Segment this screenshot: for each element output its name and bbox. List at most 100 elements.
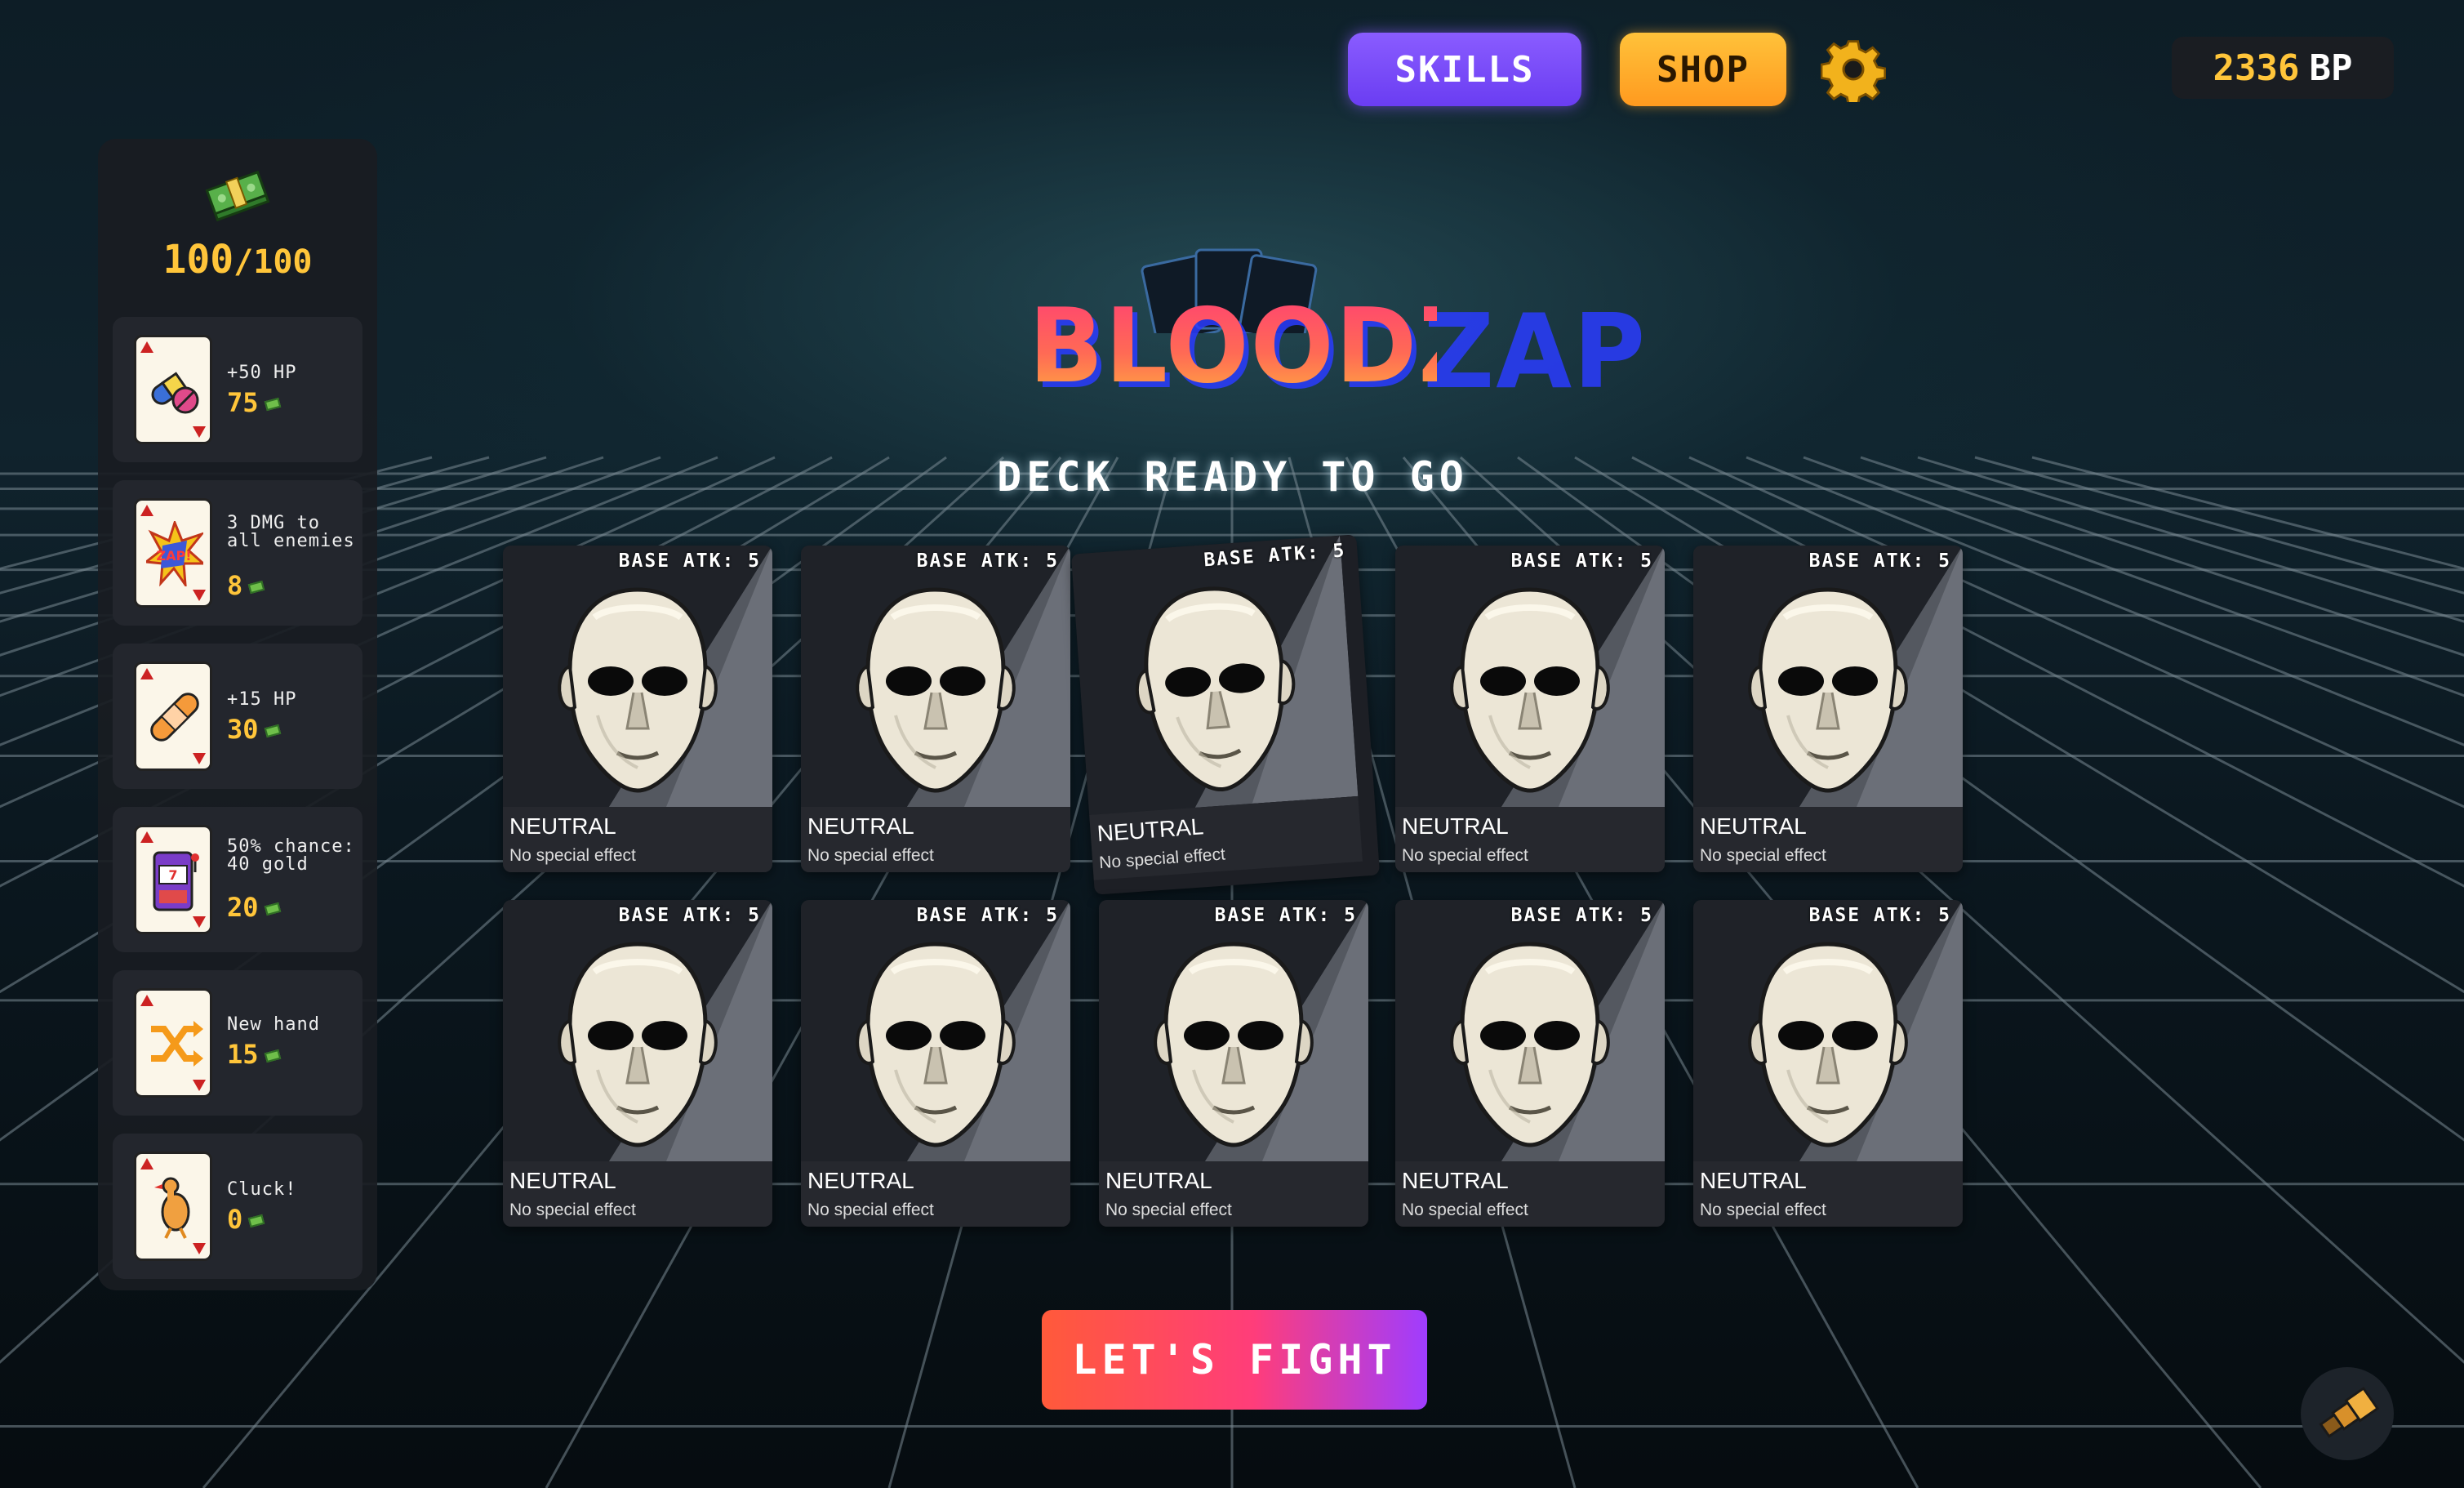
deck-card-2[interactable]: BASE ATK: 5 NEUTRAL No special effect	[801, 546, 1070, 872]
item-card	[134, 1152, 212, 1261]
item-price: 20	[227, 892, 281, 923]
bandage-icon	[150, 693, 199, 742]
bp-unit: BP	[2309, 47, 2353, 89]
deck-card-6[interactable]: BASE ATK: 5 NEUTRAL No special effect	[503, 900, 772, 1227]
deck-card-4[interactable]: BASE ATK: 5 NEUTRAL No special effect	[1395, 546, 1665, 872]
grid-line-vertical	[2031, 456, 2464, 570]
lets-fight-button[interactable]: LET'S FIGHT	[1042, 1310, 1427, 1410]
item-description: +15 HP	[227, 689, 297, 710]
base-atk-label: BASE ATK: 5	[1510, 550, 1653, 572]
gold-separator: /	[234, 243, 254, 281]
card-effect: No special effect	[1700, 846, 1826, 865]
svg-text:7: 7	[168, 867, 177, 883]
card-type: NEUTRAL	[1402, 813, 1509, 839]
neutral-mask-icon	[558, 587, 718, 793]
grid-line-vertical	[1917, 456, 2464, 623]
card-footer: NEUTRAL No special effect	[1395, 1161, 1665, 1227]
card-effect: No special effect	[807, 846, 934, 865]
deck-card-1[interactable]: BASE ATK: 5 NEUTRAL No special effect	[503, 546, 772, 872]
deck-title: DECK READY TO GO	[997, 453, 1469, 501]
neutral-mask-icon	[856, 587, 1016, 793]
item-card: 7	[134, 825, 212, 934]
card-type: NEUTRAL	[807, 1168, 914, 1193]
item-description: 3 DMG to all enemies	[227, 513, 355, 551]
grid-line-vertical	[1974, 456, 2464, 595]
card-type: NEUTRAL	[1105, 1168, 1212, 1193]
neutral-mask-icon	[856, 942, 1016, 1147]
shuffle-icon	[151, 1021, 203, 1067]
card-effect: No special effect	[1402, 846, 1528, 865]
base-atk-label: BASE ATK: 5	[916, 905, 1059, 926]
card-effect: No special effect	[509, 846, 636, 865]
card-effect: No special effect	[807, 1201, 934, 1219]
gold-counter: 100/100	[98, 237, 377, 283]
card-type: NEUTRAL	[1402, 1168, 1509, 1193]
bp-value: 2336	[2213, 47, 2300, 89]
neutral-mask-icon	[1135, 586, 1296, 791]
gold-max: 100	[253, 243, 313, 281]
shop-item-bandage[interactable]: +15 HP 30	[113, 644, 362, 789]
item-description: New hand	[227, 1014, 320, 1035]
svg-text:ZAP!: ZAP!	[156, 548, 191, 564]
card-footer: NEUTRAL No special effect	[1099, 1161, 1368, 1227]
item-description: 50% chance: 40 gold	[227, 836, 355, 875]
shop-item-chicken[interactable]: Cluck! 0	[113, 1134, 362, 1279]
card-effect: No special effect	[1105, 1201, 1232, 1219]
bp-counter: 2336 BP	[2172, 37, 2394, 99]
card-footer: NEUTRAL No special effect	[503, 807, 772, 872]
card-effect: No special effect	[1098, 844, 1226, 873]
neutral-mask-icon	[1450, 942, 1610, 1147]
deck-card-9[interactable]: BASE ATK: 5 NEUTRAL No special effect	[1395, 900, 1665, 1227]
base-atk-label: BASE ATK: 5	[618, 550, 761, 572]
card-type: NEUTRAL	[1700, 1168, 1807, 1193]
shop-item-zap[interactable]: ZAP! 3 DMG to all enemies 8	[113, 480, 362, 626]
card-effect: No special effect	[509, 1201, 636, 1219]
base-atk-label: BASE ATK: 5	[1510, 905, 1653, 926]
shop-sidebar: 100/100 +50 HP 75 ZAP! 3 DMG to all enem…	[98, 139, 377, 1290]
shop-item-slot-machine[interactable]: 7 50% chance: 40 gold 20	[113, 807, 362, 952]
base-atk-label: BASE ATK: 5	[1808, 905, 1951, 926]
card-effect: No special effect	[1700, 1201, 1826, 1219]
deck-card-5[interactable]: BASE ATK: 5 NEUTRAL No special effect	[1693, 546, 1963, 872]
deck-card-3[interactable]: BASE ATK: 5 NEUTRAL No special effect	[1070, 534, 1381, 895]
card-type: NEUTRAL	[1096, 813, 1205, 847]
item-price: 30	[227, 714, 281, 745]
spyglass-icon[interactable]	[2301, 1367, 2394, 1460]
item-price: 15	[227, 1039, 281, 1070]
card-footer: NEUTRAL No special effect	[1693, 807, 1963, 872]
deck-card-7[interactable]: BASE ATK: 5 NEUTRAL No special effect	[801, 900, 1070, 1227]
rubber-chicken-icon	[154, 1177, 190, 1239]
card-footer: NEUTRAL No special effect	[1693, 1161, 1963, 1227]
card-type: NEUTRAL	[807, 813, 914, 839]
skills-button[interactable]: SKILLS	[1348, 33, 1581, 106]
card-type: NEUTRAL	[509, 813, 616, 839]
card-footer: NEUTRAL No special effect	[801, 1161, 1070, 1227]
base-atk-label: BASE ATK: 5	[1214, 905, 1357, 926]
neutral-mask-icon	[1154, 942, 1314, 1147]
base-atk-label: BASE ATK: 5	[618, 905, 761, 926]
slot-machine-icon: 7	[153, 851, 199, 911]
item-card	[134, 662, 212, 771]
item-price: 8	[227, 570, 265, 601]
deck-card-10[interactable]: BASE ATK: 5 NEUTRAL No special effect	[1693, 900, 1963, 1227]
item-description: Cluck!	[227, 1179, 297, 1200]
base-atk-label: BASE ATK: 5	[1808, 550, 1951, 572]
deck-card-8[interactable]: BASE ATK: 5 NEUTRAL No special effect	[1099, 900, 1368, 1227]
shop-item-shuffle[interactable]: New hand 15	[113, 970, 362, 1116]
zap-icon: ZAP!	[146, 521, 203, 586]
item-card	[134, 335, 212, 444]
item-price: 75	[227, 387, 281, 418]
game-logo: BLOODZAP	[1029, 287, 1643, 407]
card-footer: NEUTRAL No special effect	[801, 807, 1070, 872]
card-footer: NEUTRAL No special effect	[1395, 807, 1665, 872]
gold-current: 100	[162, 237, 234, 283]
neutral-mask-icon	[1748, 587, 1908, 793]
neutral-mask-icon	[558, 942, 718, 1147]
neutral-mask-icon	[1748, 942, 1908, 1147]
item-price: 0	[227, 1204, 265, 1235]
gear-icon[interactable]	[1820, 37, 1887, 107]
card-effect: No special effect	[1402, 1201, 1528, 1219]
shop-button[interactable]: SHOP	[1620, 33, 1786, 106]
card-type: NEUTRAL	[1700, 813, 1807, 839]
shop-item-pills[interactable]: +50 HP 75	[113, 317, 362, 462]
